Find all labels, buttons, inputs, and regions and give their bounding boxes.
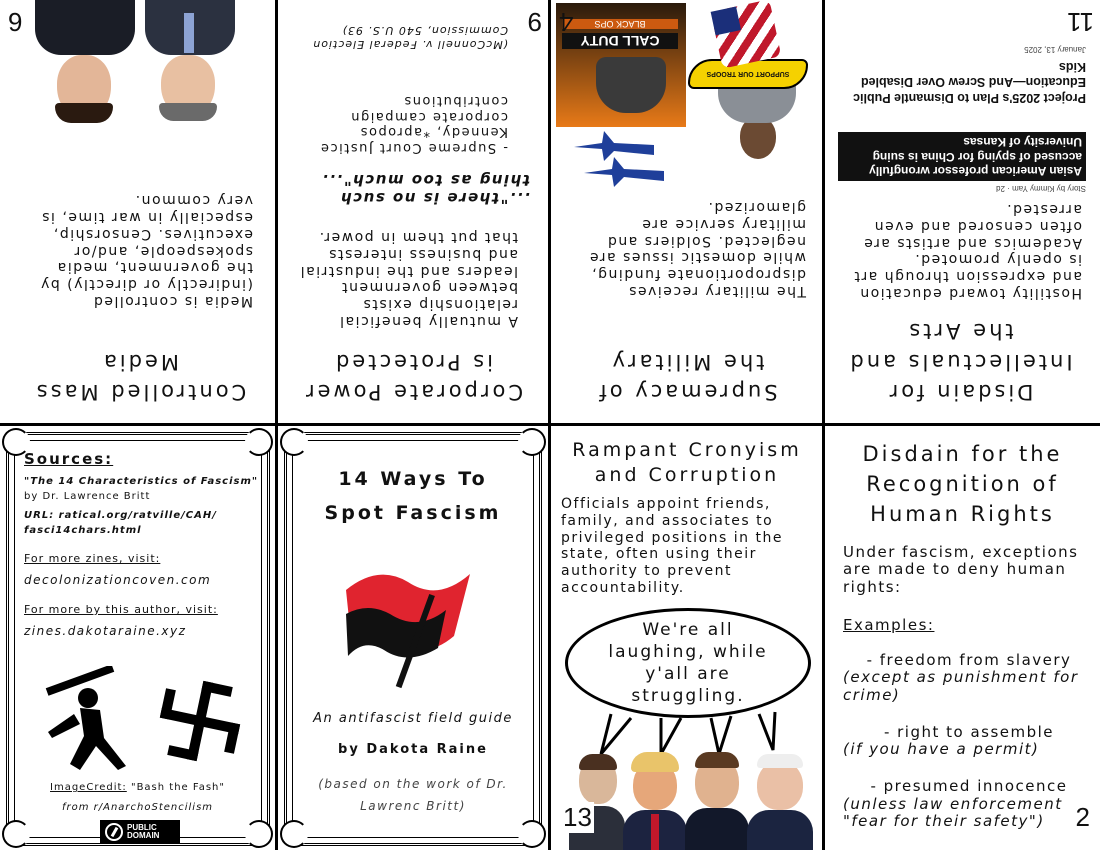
cronyism-panel: Rampant Cronyism and Corruption Official… (551, 426, 822, 850)
corporate-power-panel: Corporate Power is Protected A mutually … (278, 0, 548, 423)
more-zines-label: For more zines, visit: (24, 552, 161, 565)
page-title: Disdain for Intellectuals and the Arts (847, 319, 1073, 404)
badge-line-2: DOMAIN (127, 831, 160, 840)
more-author-link[interactable]: zines.dakotaraine.xyz (24, 624, 259, 638)
frame-flourish-icon (518, 428, 546, 456)
clip-headline: Asian American professor wrongfully accu… (838, 131, 1086, 181)
example-3: - presumed innocence (870, 777, 1068, 796)
clip2-date: January 13, 2025 (1024, 45, 1086, 55)
image-credit-title: "Bash the Fash" (130, 782, 225, 793)
examples-heading: Examples: (843, 616, 935, 634)
example-2: - right to assemble (883, 722, 1055, 741)
page-body: A mutually beneficial relationship exist… (299, 229, 518, 329)
public-domain-icon (105, 823, 123, 841)
public-domain-badge: PUBLIC DOMAIN (100, 820, 180, 844)
page-title: Controlled Mass Media (33, 349, 247, 404)
frame-flourish-icon (518, 820, 546, 848)
page-number: 4 (559, 7, 574, 37)
jets-icon (574, 131, 664, 187)
politician-photo-3 (685, 750, 749, 850)
clip-byline: Story by Kimmy Yam · 2d (996, 184, 1086, 193)
page-number: 11 (1067, 7, 1094, 37)
page-number: 2 (1073, 802, 1092, 833)
bash-the-fash-stencil-icon (45, 666, 241, 770)
politician-photos (569, 748, 819, 850)
example-1: - freedom from slavery (866, 651, 1072, 669)
support-troops-graphic: SUPPORT OUR TROOPS (686, 0, 816, 173)
source-author: by Dr. Lawrence Britt (24, 491, 151, 502)
image-credit-label: ImageCredit: (50, 782, 127, 793)
frame-flourish-icon (280, 428, 308, 456)
politician-photo-4 (747, 752, 813, 850)
page-body: The military receives disproportionate f… (588, 199, 806, 299)
speech-bubble-text: We're all laughing, while y'all are stru… (608, 619, 768, 707)
game-subtitle: BLACK OPS (562, 19, 678, 29)
more-zines-link[interactable]: decolonizationcoven.com (24, 573, 259, 587)
page-title: Corporate Power is Protected (302, 349, 524, 404)
clip2-headline: Project 2025's Plan to Dismantle Public … (853, 59, 1086, 105)
more-author-label: For more by this author, visit: (24, 603, 218, 616)
human-rights-panel: Disdain for the Recognition of Human Rig… (825, 426, 1100, 850)
news-clipping-1: Story by Kimmy Yam · 2d Asian American p… (838, 123, 1086, 193)
page-title: Disdain for the Recognition of Human Rig… (862, 442, 1063, 526)
intellectuals-panel: Disdain for Intellectuals and the Arts H… (825, 0, 1100, 423)
page-intro: Under fascism, exceptions are made to de… (843, 543, 1079, 596)
page-number: 13 (561, 802, 594, 833)
page-title: Supremacy of the Military (596, 349, 778, 404)
image-credit-source: from r/AnarchoStencilism (61, 802, 214, 813)
frame-flourish-icon (2, 820, 30, 848)
sources-heading: Sources: (24, 450, 114, 468)
frame-flourish-icon (280, 820, 308, 848)
example-2-note: (if you have a permit) (843, 740, 1040, 758)
example-3-note: (unless law enforcement "fear for their … (843, 794, 1063, 830)
source-url[interactable]: URL: ratical.org/ratville/CAH/ fasci14ch… (24, 508, 259, 538)
page-quote: ..."there is no such thing as too much".… (320, 171, 530, 207)
frame-flourish-icon (245, 820, 273, 848)
legal-citation: (McConnell v. Federal Election Commissio… (312, 23, 508, 51)
media-executives-photo (0, 0, 275, 123)
page-title: Rampant Cronyism and Corruption (572, 439, 802, 486)
page-number: 6 (8, 7, 23, 37)
news-clipping-2: Project 2025's Plan to Dismantle Public … (838, 15, 1086, 105)
antifascist-flag-icon (346, 574, 470, 689)
mass-media-panel: Controlled Mass Media Media is controlle… (0, 0, 275, 423)
cover-panel: 14 Ways To Spot Fascism An antifascist f… (278, 426, 548, 850)
zine-credit: (based on the work of Dr. Lawrenc Britt) (318, 777, 508, 813)
speech-bubble: We're all laughing, while y'all are stru… (565, 608, 811, 718)
flag-ribbon-icon (710, 0, 782, 69)
game-cover-graphic: CALL DUTY BLACK OPS (556, 3, 686, 127)
source-work-title: "The 14 Characteristics of Fascism" (24, 476, 259, 487)
politician-photo-2 (623, 752, 687, 850)
zine-subtitle: An antifascist field guide (313, 711, 513, 726)
quote-attribution: - Supreme Court Justice Kennedy, *apropo… (319, 93, 508, 155)
game-logo: CALL DUTY (562, 33, 678, 49)
page-number: 9 (527, 7, 542, 37)
page-body: Media is controlled (indirectly or direc… (39, 192, 253, 309)
page-body: Hostility toward education and expressio… (852, 201, 1082, 301)
zine-author: by Dakota Raine (338, 742, 488, 757)
military-panel: Supremacy of the Military The military r… (551, 0, 822, 423)
example-1-note: (except as punishment for crime) (843, 668, 1079, 704)
zine-title: 14 Ways To Spot Fascism (324, 468, 502, 525)
page-body: Officials appoint friends, family, and a… (561, 496, 783, 596)
support-troops-banner: SUPPORT OUR TROOPS (688, 59, 808, 89)
sources-panel: Sources: "The 14 Characteristics of Fasc… (0, 426, 275, 850)
